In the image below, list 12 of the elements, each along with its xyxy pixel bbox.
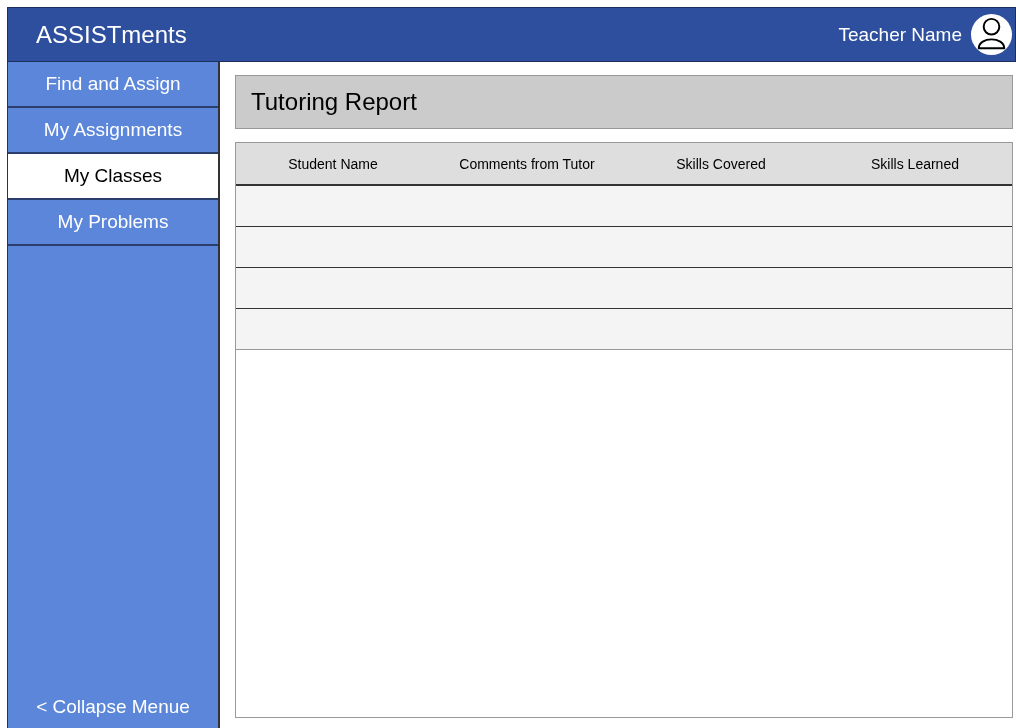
report-title: Tutoring Report bbox=[235, 75, 1013, 129]
column-header: Student Name bbox=[288, 155, 378, 172]
column-header: Skills Covered bbox=[676, 155, 766, 172]
column-header: Skills Learned bbox=[871, 155, 959, 172]
user-avatar-icon[interactable] bbox=[970, 13, 1013, 56]
sidebar-item[interactable]: Find and Assign bbox=[8, 62, 218, 108]
sidebar-item[interactable]: My Problems bbox=[8, 200, 218, 246]
collapse-menu-link[interactable]: < Collapse Menue bbox=[36, 696, 190, 718]
sidebar-item[interactable]: My Classes bbox=[8, 154, 218, 200]
user-name[interactable]: Teacher Name bbox=[838, 23, 962, 46]
app-logo[interactable]: ASSISTments bbox=[36, 20, 187, 49]
column-header: Comments from Tutor bbox=[459, 155, 595, 172]
